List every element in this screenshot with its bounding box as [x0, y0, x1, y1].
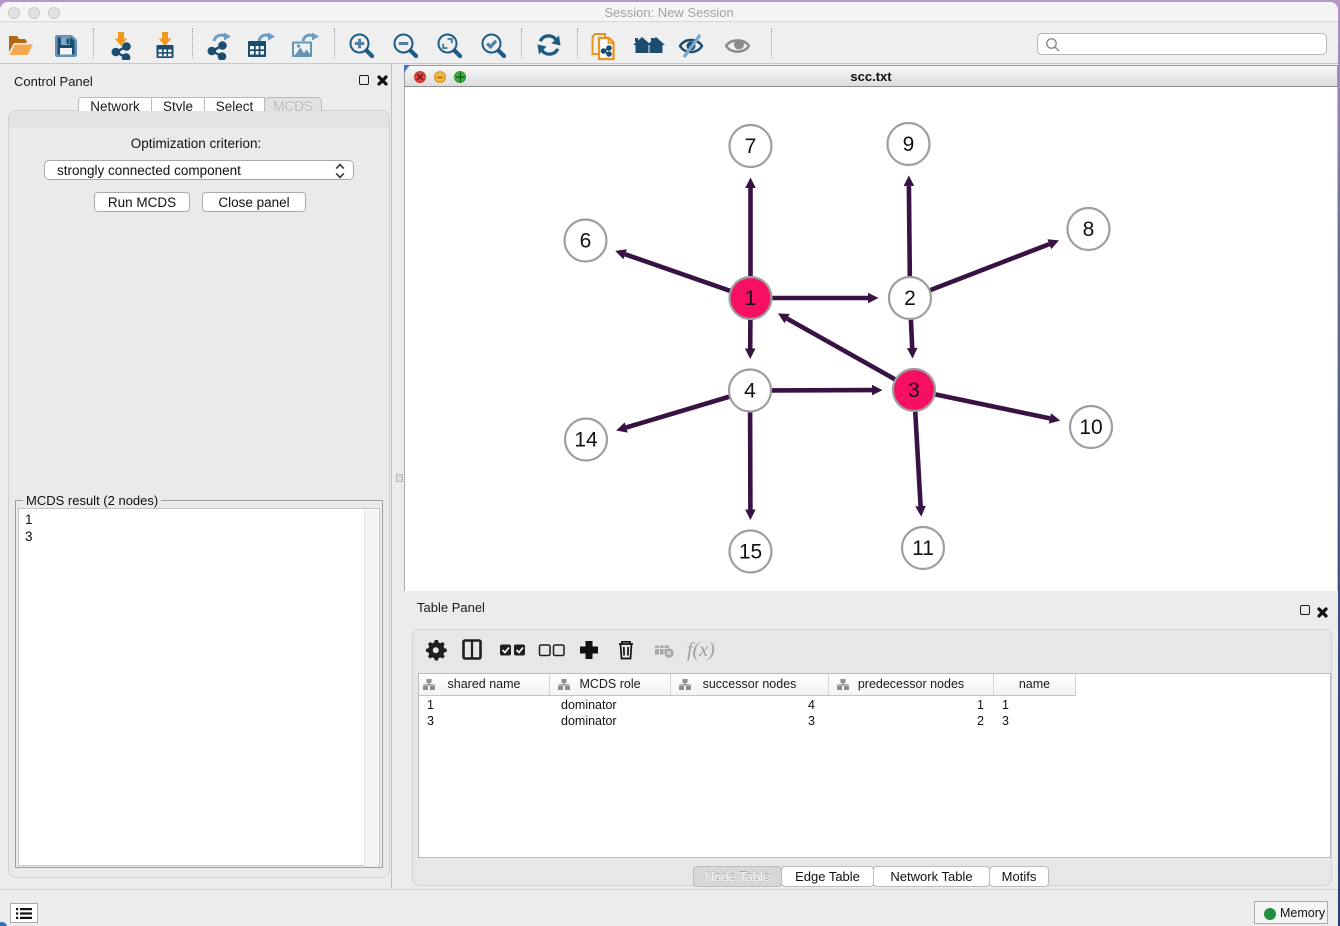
svg-text:3: 3 — [908, 379, 920, 402]
svg-text:8: 8 — [1083, 218, 1095, 241]
svg-text:15: 15 — [739, 541, 762, 564]
svg-text:14: 14 — [574, 429, 598, 452]
svg-text:10: 10 — [1079, 416, 1102, 439]
svg-text:7: 7 — [745, 135, 757, 158]
svg-text:4: 4 — [744, 380, 756, 403]
svg-text:2: 2 — [904, 287, 916, 310]
svg-text:1: 1 — [745, 287, 757, 310]
svg-text:f(x): f(x) — [687, 639, 715, 661]
svg-text:6: 6 — [580, 230, 592, 253]
svg-text:9: 9 — [903, 133, 915, 156]
svg-text:11: 11 — [912, 537, 934, 560]
